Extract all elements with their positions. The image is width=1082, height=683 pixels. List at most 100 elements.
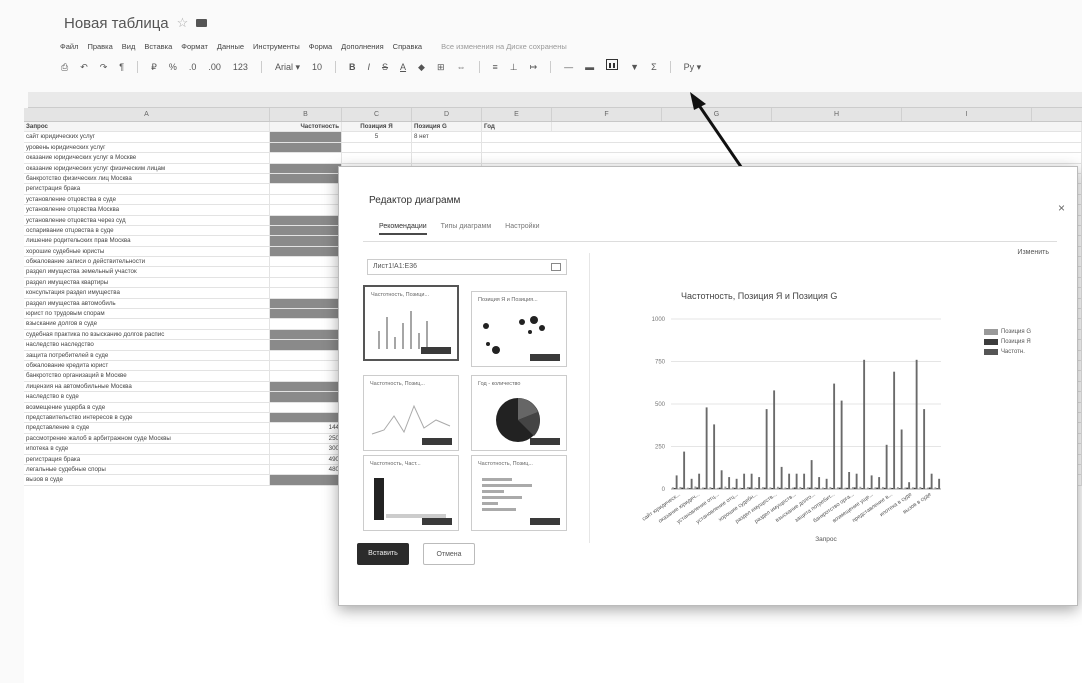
insert-chart-button[interactable] (603, 59, 621, 75)
table-cell[interactable] (270, 225, 342, 236)
table-cell[interactable] (270, 205, 342, 215)
decimal-more-icon[interactable]: .00 (205, 59, 224, 75)
table-cell[interactable]: установление отцовства в суде (24, 194, 270, 205)
fill-color-icon[interactable]: ◆ (415, 59, 428, 75)
comment-icon[interactable]: ▬ (582, 59, 597, 75)
align-left-icon[interactable]: ≡ (490, 59, 501, 75)
menu-item[interactable]: Формат (181, 42, 208, 51)
percent-icon[interactable]: % (166, 59, 180, 75)
font-select[interactable]: Arial ▾ (272, 59, 303, 75)
menu-item[interactable]: Данные (217, 42, 244, 51)
table-cell[interactable]: 480 (270, 464, 342, 475)
table-cell[interactable]: консультация раздел имущества (24, 288, 270, 298)
valign-icon[interactable]: ⊥ (507, 59, 521, 75)
decimal-icon[interactable]: .0 (186, 59, 200, 75)
table-cell[interactable]: обжалование записи о действительности (24, 257, 270, 267)
table-cell[interactable] (270, 392, 342, 402)
menu-item[interactable]: Дополнения (341, 42, 383, 51)
thumb-line-chart[interactable]: Частотность, Позиц... (363, 375, 459, 451)
tab-settings[interactable]: Настройки (505, 223, 539, 235)
table-cell[interactable] (270, 288, 342, 298)
cancel-button[interactable]: Отмена (423, 543, 475, 565)
bold-icon[interactable]: B (346, 59, 359, 75)
table-cell[interactable]: уровень юридических услуг (24, 142, 270, 153)
table-cell[interactable] (342, 153, 412, 163)
table-cell[interactable] (270, 340, 342, 350)
table-cell[interactable] (270, 173, 342, 184)
table-cell[interactable]: судебная практика по взысканию долгов ра… (24, 329, 270, 340)
table-cell[interactable] (270, 257, 342, 267)
table-cell[interactable] (270, 142, 342, 153)
undo-icon[interactable]: ↶ (77, 59, 91, 75)
table-cell[interactable]: оспаривание отцовства в суде (24, 225, 270, 236)
table-cell[interactable]: лишение родительских прав Москва (24, 236, 270, 246)
table-cell[interactable] (270, 381, 342, 392)
italic-icon[interactable]: I (365, 59, 374, 75)
tab-recommendations[interactable]: Рекомендации (379, 223, 427, 235)
last-edit-status[interactable]: Все изменения на Диске сохранены (441, 42, 567, 51)
table-cell[interactable] (270, 184, 342, 194)
table-cell[interactable]: раздел имущества квартиры (24, 277, 270, 288)
table-cell[interactable]: банкротство организаций в Москве (24, 371, 270, 381)
table-cell[interactable]: наследство наследство (24, 340, 270, 350)
table-cell[interactable] (270, 371, 342, 381)
table-cell[interactable]: установление отцовства через суд (24, 215, 270, 225)
table-cell[interactable]: раздел имущества земельный участок (24, 267, 270, 277)
table-cell[interactable] (270, 194, 342, 205)
functions-icon[interactable]: Σ (648, 59, 660, 75)
column-header[interactable]: A (24, 108, 270, 121)
table-cell[interactable] (270, 236, 342, 246)
menu-item[interactable]: Справка (393, 42, 422, 51)
menu-item[interactable]: Вставка (144, 42, 172, 51)
menu-item[interactable]: Файл (60, 42, 78, 51)
table-cell[interactable]: регистрация брака (24, 184, 270, 194)
table-cell[interactable]: 300 (270, 444, 342, 454)
table-cell[interactable] (270, 277, 342, 288)
font-size-select[interactable]: 10 (309, 59, 325, 75)
table-cell[interactable]: регистрация брака (24, 454, 270, 464)
close-icon[interactable]: × (1058, 201, 1065, 215)
insert-button[interactable]: Вставить (357, 543, 409, 565)
number-format-icon[interactable]: 123 (230, 59, 251, 75)
table-cell[interactable] (270, 350, 342, 360)
tab-chart-types[interactable]: Типы диаграмм (441, 223, 492, 235)
table-cell[interactable]: 490 (270, 454, 342, 464)
menu-item[interactable]: Вид (122, 42, 136, 51)
table-cell[interactable]: вызов в суде (24, 475, 270, 485)
table-cell[interactable]: Частотность (270, 122, 342, 132)
table-cell[interactable] (412, 142, 482, 153)
table-cell[interactable] (270, 329, 342, 340)
merge-icon[interactable]: ⇔ (454, 59, 469, 75)
table-cell[interactable]: обжалование кредита юрист (24, 360, 270, 371)
table-cell[interactable]: легальные судебные споры (24, 464, 270, 475)
text-color-icon[interactable]: A (397, 59, 409, 75)
empty-cells[interactable] (552, 122, 1082, 132)
table-cell[interactable] (270, 267, 342, 277)
column-header[interactable]: H (772, 108, 902, 121)
grid-select-icon[interactable] (551, 263, 561, 271)
table-cell[interactable]: Позиция G (412, 122, 482, 132)
data-range-input[interactable]: Лист1!A1:E36 (367, 259, 567, 275)
table-cell[interactable]: сайт юридических услуг (24, 132, 270, 142)
wrap-icon[interactable]: ↦ (527, 59, 541, 75)
empty-cells[interactable] (482, 142, 1082, 153)
table-cell[interactable]: Позиция Я (342, 122, 412, 132)
table-cell[interactable] (270, 475, 342, 485)
table-cell[interactable]: представительство интересов в суде (24, 412, 270, 423)
table-cell[interactable] (270, 153, 342, 163)
table-cell[interactable] (412, 153, 482, 163)
edit-link[interactable]: Изменить (1017, 249, 1049, 256)
currency-icon[interactable]: ₽ (148, 59, 160, 75)
table-cell[interactable] (270, 246, 342, 257)
print-icon[interactable]: ⎙ (58, 59, 71, 75)
table-cell[interactable] (270, 132, 342, 142)
table-cell[interactable] (270, 309, 342, 319)
table-cell[interactable]: возмещение ущерба в суде (24, 402, 270, 412)
table-cell[interactable]: представление в суде (24, 423, 270, 433)
paint-format-icon[interactable]: ¶ (116, 59, 127, 75)
table-cell[interactable] (270, 215, 342, 225)
table-cell[interactable]: хорошие судебные юристы (24, 246, 270, 257)
table-cell[interactable]: оказание юридических услуг в Москве (24, 153, 270, 163)
link-icon[interactable]: — (561, 59, 576, 75)
empty-cells[interactable] (482, 153, 1082, 163)
